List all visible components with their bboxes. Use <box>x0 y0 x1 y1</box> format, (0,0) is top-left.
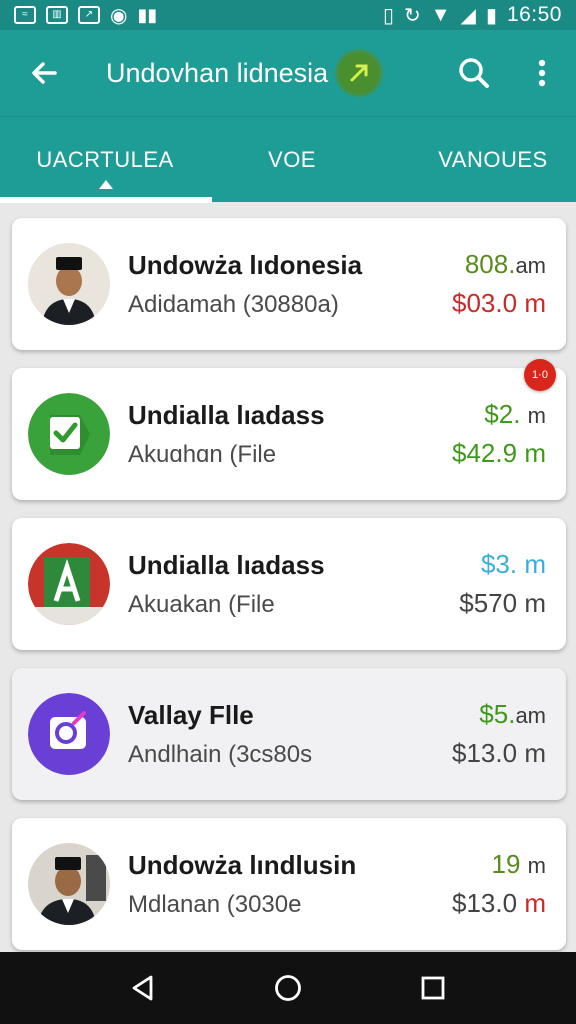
item-amount-bottom: $13.0 <box>452 888 518 918</box>
back-button[interactable] <box>18 47 70 99</box>
item-title: Undialla lıadass <box>128 549 325 580</box>
purple-app-icon <box>28 693 110 775</box>
item-amount-top: $5. <box>479 699 516 729</box>
bar-chart-icon: ▮▮ <box>137 4 158 25</box>
status-bar: ≈ ▥ ↗ ◉ ▮▮ ▯ ↻ ▼ ◢ ▮ 16:50 <box>0 0 576 30</box>
item-amount-bottom: $03.0 <box>452 288 518 318</box>
item-title: Undowża lındlusin <box>128 849 357 880</box>
list-item[interactable]: Undowża lıdonesia Adidamah (30880a) 808.… <box>12 218 566 350</box>
item-unit-bottom: m <box>524 738 546 768</box>
signal-icon: ◢ <box>460 4 476 27</box>
system-nav-bar <box>0 952 576 1024</box>
status-time: 16:50 <box>506 3 562 26</box>
list-item[interactable]: Undowża lındlusin Mdlanan (3030e 19 m $1… <box>12 818 566 950</box>
item-unit-top: am <box>515 253 546 278</box>
music-icon: ◉ <box>110 4 128 27</box>
avatar <box>28 393 110 475</box>
person-photo-icon <box>28 843 110 925</box>
list-item[interactable]: Undialla lıadass Akuɑhɑn (File $2. m $42… <box>12 359 566 500</box>
avatar <box>28 693 110 775</box>
battery-icon: ▮ <box>485 4 497 27</box>
tab-bar: UACRTULEA VOE VANOUES <box>0 116 576 203</box>
flag-letter-icon <box>28 543 110 625</box>
nav-home-button[interactable] <box>264 964 312 1012</box>
tab-caret-icon <box>99 180 113 189</box>
list-item[interactable]: Vallay Flle Andlhain (3cs80s $5.am $13.0… <box>12 668 566 800</box>
avatar <box>28 543 110 625</box>
search-button[interactable] <box>450 49 498 97</box>
sync-icon: ↻ <box>403 4 421 27</box>
app-bar: Undovhan lidnesia <box>0 30 576 116</box>
newspaper-icon: ▥ <box>46 6 68 24</box>
item-title: Undowża lıdonesia <box>128 249 363 280</box>
item-title: Vallay Flle <box>128 699 254 730</box>
item-subtitle: Mdlanan (3030e <box>128 890 302 918</box>
title-badge[interactable] <box>338 52 381 94</box>
nav-home-icon <box>275 975 301 1001</box>
item-amount-top: 19 <box>491 849 521 879</box>
avatar <box>28 843 110 925</box>
item-unit-bottom: m <box>524 888 546 918</box>
notification-badge: 1·0 <box>524 359 556 391</box>
transaction-list: Undowża lıdonesia Adidamah (30880a) 808.… <box>0 202 576 952</box>
vibrate-icon: ▯ <box>382 4 394 27</box>
notification-icon: ≈ <box>14 6 36 24</box>
item-unit-bottom: m <box>524 588 546 618</box>
item-subtitle: Andlhain (3cs80s <box>128 740 313 768</box>
green-check-icon <box>28 393 110 475</box>
tab-voe[interactable]: VOE <box>210 117 374 203</box>
item-subtitle: Akuɑhɑn (File <box>128 440 277 468</box>
item-amount-top: $3. <box>480 549 518 579</box>
item-amount-bottom: $570 <box>459 588 518 618</box>
more-vert-icon <box>538 59 546 87</box>
item-amount-bottom: $13.0 <box>452 738 518 768</box>
nav-recents-button[interactable] <box>409 964 457 1012</box>
chart-icon: ↗ <box>78 6 100 24</box>
nav-recents-icon <box>421 976 445 1000</box>
item-subtitle: Akuakan (File <box>128 590 275 618</box>
item-unit-top: m <box>527 403 546 428</box>
wifi-icon: ▼ <box>430 3 451 26</box>
list-item[interactable]: Undialla lıadass Akuakan (File $3. m $57… <box>12 518 566 650</box>
more-options-button[interactable] <box>522 49 562 97</box>
tab-uacrtulea[interactable]: UACRTULEA <box>0 117 210 203</box>
item-amount-top: $2. <box>484 399 521 429</box>
nav-back-button[interactable] <box>119 964 167 1012</box>
person-photo-icon <box>28 243 110 325</box>
search-icon <box>459 58 489 88</box>
item-subtitle: Adidamah (30880a) <box>128 290 339 318</box>
arrow-left-icon <box>32 62 57 84</box>
tab-vanoues[interactable]: VANOUES <box>410 117 576 203</box>
item-unit-top: m <box>527 853 546 878</box>
item-amount-bottom: $42.9 <box>452 438 518 468</box>
arrow-up-right-icon <box>350 64 368 82</box>
item-title: Undialla lıadass <box>128 399 325 430</box>
item-unit-top: am <box>515 703 546 728</box>
avatar <box>28 243 110 325</box>
app-title: Undovhan lidnesia <box>106 57 329 88</box>
item-amount-top: 808. <box>464 249 516 279</box>
item-unit-top: m <box>524 549 546 579</box>
item-unit-bottom: m <box>524 438 546 468</box>
item-unit-bottom: m <box>524 288 546 318</box>
nav-back-icon <box>132 975 153 1001</box>
